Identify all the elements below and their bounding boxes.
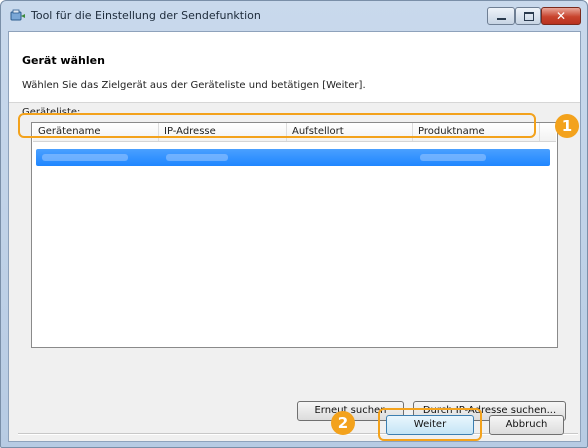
blurred-cell-device-name xyxy=(42,154,128,161)
section-title: Gerät wählen xyxy=(22,54,105,67)
step2-highlight xyxy=(378,408,482,441)
app-window: Tool für die Einstellung der Sendefunkti… xyxy=(0,0,588,448)
close-button[interactable]: ✕ xyxy=(541,7,581,25)
cancel-button[interactable]: Abbruch xyxy=(489,415,564,435)
dialog-content: Gerät wählen Wählen Sie das Zielgerät au… xyxy=(8,31,581,442)
title-bar[interactable]: Tool für die Einstellung der Sendefunkti… xyxy=(1,1,587,31)
device-list[interactable]: Gerätename IP-Adresse Aufstellort Produk… xyxy=(31,122,558,348)
selected-device-row[interactable] xyxy=(36,149,550,166)
close-icon: ✕ xyxy=(555,9,567,23)
app-icon xyxy=(10,9,25,21)
step2-badge: 2 xyxy=(331,411,355,435)
window-title: Tool für die Einstellung der Sendefunkti… xyxy=(31,9,261,22)
instruction-text: Wählen Sie das Zielgerät aus der Gerätel… xyxy=(22,80,366,91)
blurred-cell-ip-address xyxy=(166,154,228,161)
blurred-cell-product-name xyxy=(420,154,486,161)
step1-badge: 1 xyxy=(555,114,579,138)
dialog-header: Gerät wählen Wählen Sie das Zielgerät au… xyxy=(9,32,580,103)
maximize-button[interactable] xyxy=(515,7,541,25)
step1-highlight xyxy=(18,113,536,138)
minimize-button[interactable] xyxy=(487,7,515,25)
